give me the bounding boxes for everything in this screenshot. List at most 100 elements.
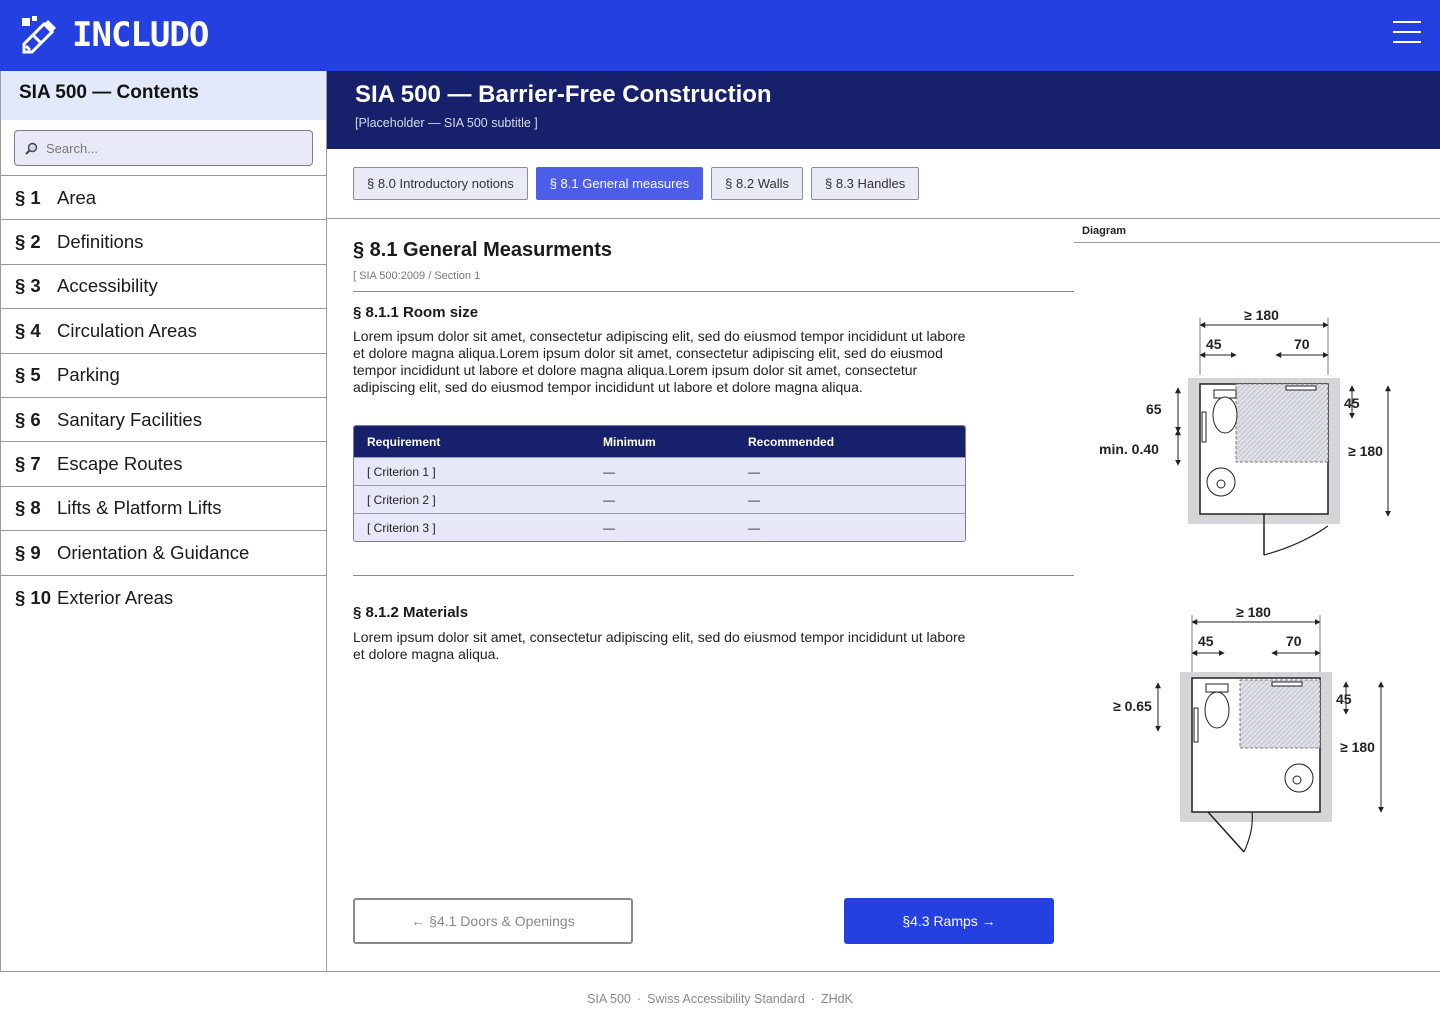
dim-width-bottom: ≥ 180 <box>1236 604 1271 620</box>
subsection-title-materials: § 8.1.2 Materials <box>353 604 469 621</box>
toc-item-5[interactable]: § 5 Parking <box>1 354 326 398</box>
toc-number: § 10 <box>15 586 52 608</box>
hamburger-menu-icon[interactable] <box>1393 21 1421 43</box>
toc-label: Escape Routes <box>57 453 183 475</box>
toc-label: Exterior Areas <box>57 586 174 608</box>
toc-item-7[interactable]: § 7 Escape Routes <box>1 442 326 487</box>
footer: SIA 500 · Swiss Accessibility Standard · ZHd… <box>587 992 853 1006</box>
toc-item-10[interactable]: § 10 Exterior Areas <box>1 576 326 620</box>
dim-right-b-top: ≥ 180 <box>1348 443 1383 459</box>
toc-label: Area <box>57 186 97 208</box>
divider <box>353 291 1074 292</box>
tab-8-0[interactable]: § 8.0 Introductory notions <box>353 167 528 200</box>
sidebar: SIA 500 — Contents § 1 Area § 2 Definition… <box>0 71 327 972</box>
toc-number: § 9 <box>15 541 41 563</box>
diagram-label: Diagram <box>1074 219 1440 243</box>
tab-8-1[interactable]: § 8.1 General measures <box>535 167 704 200</box>
toc-number: § 2 <box>15 231 41 253</box>
toc-label: Circulation Areas <box>57 319 197 341</box>
section-title: § 8.1 General Measurments <box>353 239 613 261</box>
toc-item-6[interactable]: § 6 Sanitary Facilities <box>1 398 326 443</box>
table-header-row: Requirement Minimum Recommended <box>354 426 965 457</box>
dim-width-top: ≥ 180 <box>1244 307 1279 323</box>
plan-top: ≥ 180 45 70 65 min. 0.40 45 ≥ 180 <box>1099 307 1391 556</box>
page-subtitle: [Placeholder — SIA 500 subtitle ] <box>355 116 538 130</box>
table-cell: — <box>735 485 965 513</box>
top-bar: INCLUDO <box>0 0 1440 71</box>
toc-number: § 1 <box>15 186 41 208</box>
dim-right-top: 70 <box>1294 336 1310 352</box>
table-cell: — <box>590 513 735 541</box>
table-row: [ Criterion 1 ] — — <box>354 457 965 485</box>
table-of-contents: § 1 Area § 2 Definitions § 3 Accessibility … <box>1 176 326 620</box>
table-row: [ Criterion 3 ] — — <box>354 513 965 541</box>
toc-label: Accessibility <box>57 275 158 297</box>
table-cell: — <box>590 457 735 485</box>
content-bottom-border <box>327 971 1440 972</box>
tab-8-3[interactable]: § 8.3 Handles <box>811 167 920 200</box>
page-title: SIA 500 — Barrier-Free Construction <box>355 81 772 108</box>
next-section-button[interactable]: §4.3 Ramps → <box>844 898 1054 944</box>
table-cell: — <box>590 485 735 513</box>
column-header-recommended: Recommended <box>735 426 965 457</box>
sidebar-title: SIA 500 — Contents <box>1 71 326 120</box>
subsection-text-room-size: Lorem ipsum dolor sit amet, consectetur … <box>353 328 966 395</box>
logo-text: INCLUDO <box>72 15 209 55</box>
previous-section-button[interactable]: ← §4.1 Doors & Openings <box>353 898 633 944</box>
toc-label: Lifts & Platform Lifts <box>57 497 222 519</box>
column-header-minimum: Minimum <box>590 426 735 457</box>
table-cell: [ Criterion 2 ] <box>354 485 590 513</box>
tab-8-2[interactable]: § 8.2 Walls <box>711 167 803 200</box>
toc-label: Parking <box>57 364 120 386</box>
toc-number: § 7 <box>15 453 41 475</box>
page-header: SIA 500 — Barrier-Free Construction [Pla… <box>327 71 1440 149</box>
search-input[interactable] <box>46 140 296 156</box>
main-content: § 8.1 General Measurments [ SIA 500:2009… <box>353 219 1074 663</box>
toc-label: Sanitary Facilities <box>57 408 202 430</box>
toc-item-8[interactable]: § 8 Lifts & Platform Lifts <box>1 487 326 532</box>
plan-bottom: ≥ 180 45 70 ≥ 0.65 45 ≥ 180 <box>1113 604 1384 853</box>
floor-plan-diagram: ≥ 180 45 70 65 min. 0.40 45 ≥ 180 ≥ 180 … <box>1099 307 1391 853</box>
footer-institution: ZHdK <box>820 992 853 1006</box>
dim-left-bottom: 45 <box>1198 633 1214 649</box>
logo[interactable]: INCLUDO <box>20 12 209 58</box>
subsection-text-materials: Lorem ipsum dolor sit amet, consectetur … <box>353 629 966 662</box>
toc-number: § 5 <box>15 364 41 386</box>
toc-label: Definitions <box>57 231 144 253</box>
logo-pencil-icon <box>22 16 56 54</box>
search-container <box>1 120 326 176</box>
requirements-table: Requirement Minimum Recommended [ Criter… <box>353 425 966 542</box>
toc-label: Orientation & Guidance <box>57 541 250 563</box>
dim-right-a-bottom: 45 <box>1336 691 1352 707</box>
table-row: [ Criterion 2 ] — — <box>354 485 965 513</box>
search-box[interactable] <box>14 130 313 166</box>
toc-number: § 6 <box>15 408 41 430</box>
toc-item-4[interactable]: § 4 Circulation Areas <box>1 309 326 354</box>
table-cell: [ Criterion 3 ] <box>354 513 590 541</box>
dim-side-a-bottom: ≥ 0.65 <box>1113 698 1152 714</box>
toc-number: § 3 <box>15 275 41 297</box>
table-cell: — <box>735 457 965 485</box>
toc-item-2[interactable]: § 2 Definitions <box>1 220 326 265</box>
section-source: [ SIA 500:2009 / Section 1 <box>353 270 481 282</box>
toc-item-1[interactable]: § 1 Area <box>1 176 326 221</box>
table-cell: — <box>735 513 965 541</box>
dim-left-top: 45 <box>1206 336 1222 352</box>
dim-right-b-bottom: ≥ 180 <box>1340 739 1375 755</box>
column-header-requirement: Requirement <box>354 426 590 457</box>
toc-number: § 8 <box>15 497 41 519</box>
toc-item-9[interactable]: § 9 Orientation & Guidance <box>1 531 326 576</box>
footer-standard: SIA 500 <box>587 992 631 1006</box>
section-tabs: § 8.0 Introductory notions § 8.1 General… <box>353 167 920 200</box>
dim-right-a-top: 45 <box>1344 395 1360 411</box>
table-cell: [ Criterion 1 ] <box>354 457 590 485</box>
divider <box>353 575 1074 576</box>
footer-description: Swiss Accessibility Standard <box>647 992 805 1006</box>
toc-item-3[interactable]: § 3 Accessibility <box>1 265 326 310</box>
subsection-title-room-size: § 8.1.1 Room size <box>353 304 479 321</box>
dim-side-a-top: 65 <box>1146 401 1162 417</box>
toc-number: § 4 <box>15 319 41 341</box>
dim-side-b-top: min. 0.40 <box>1099 441 1159 457</box>
dim-right-bottom: 70 <box>1286 633 1302 649</box>
search-icon <box>25 142 38 155</box>
